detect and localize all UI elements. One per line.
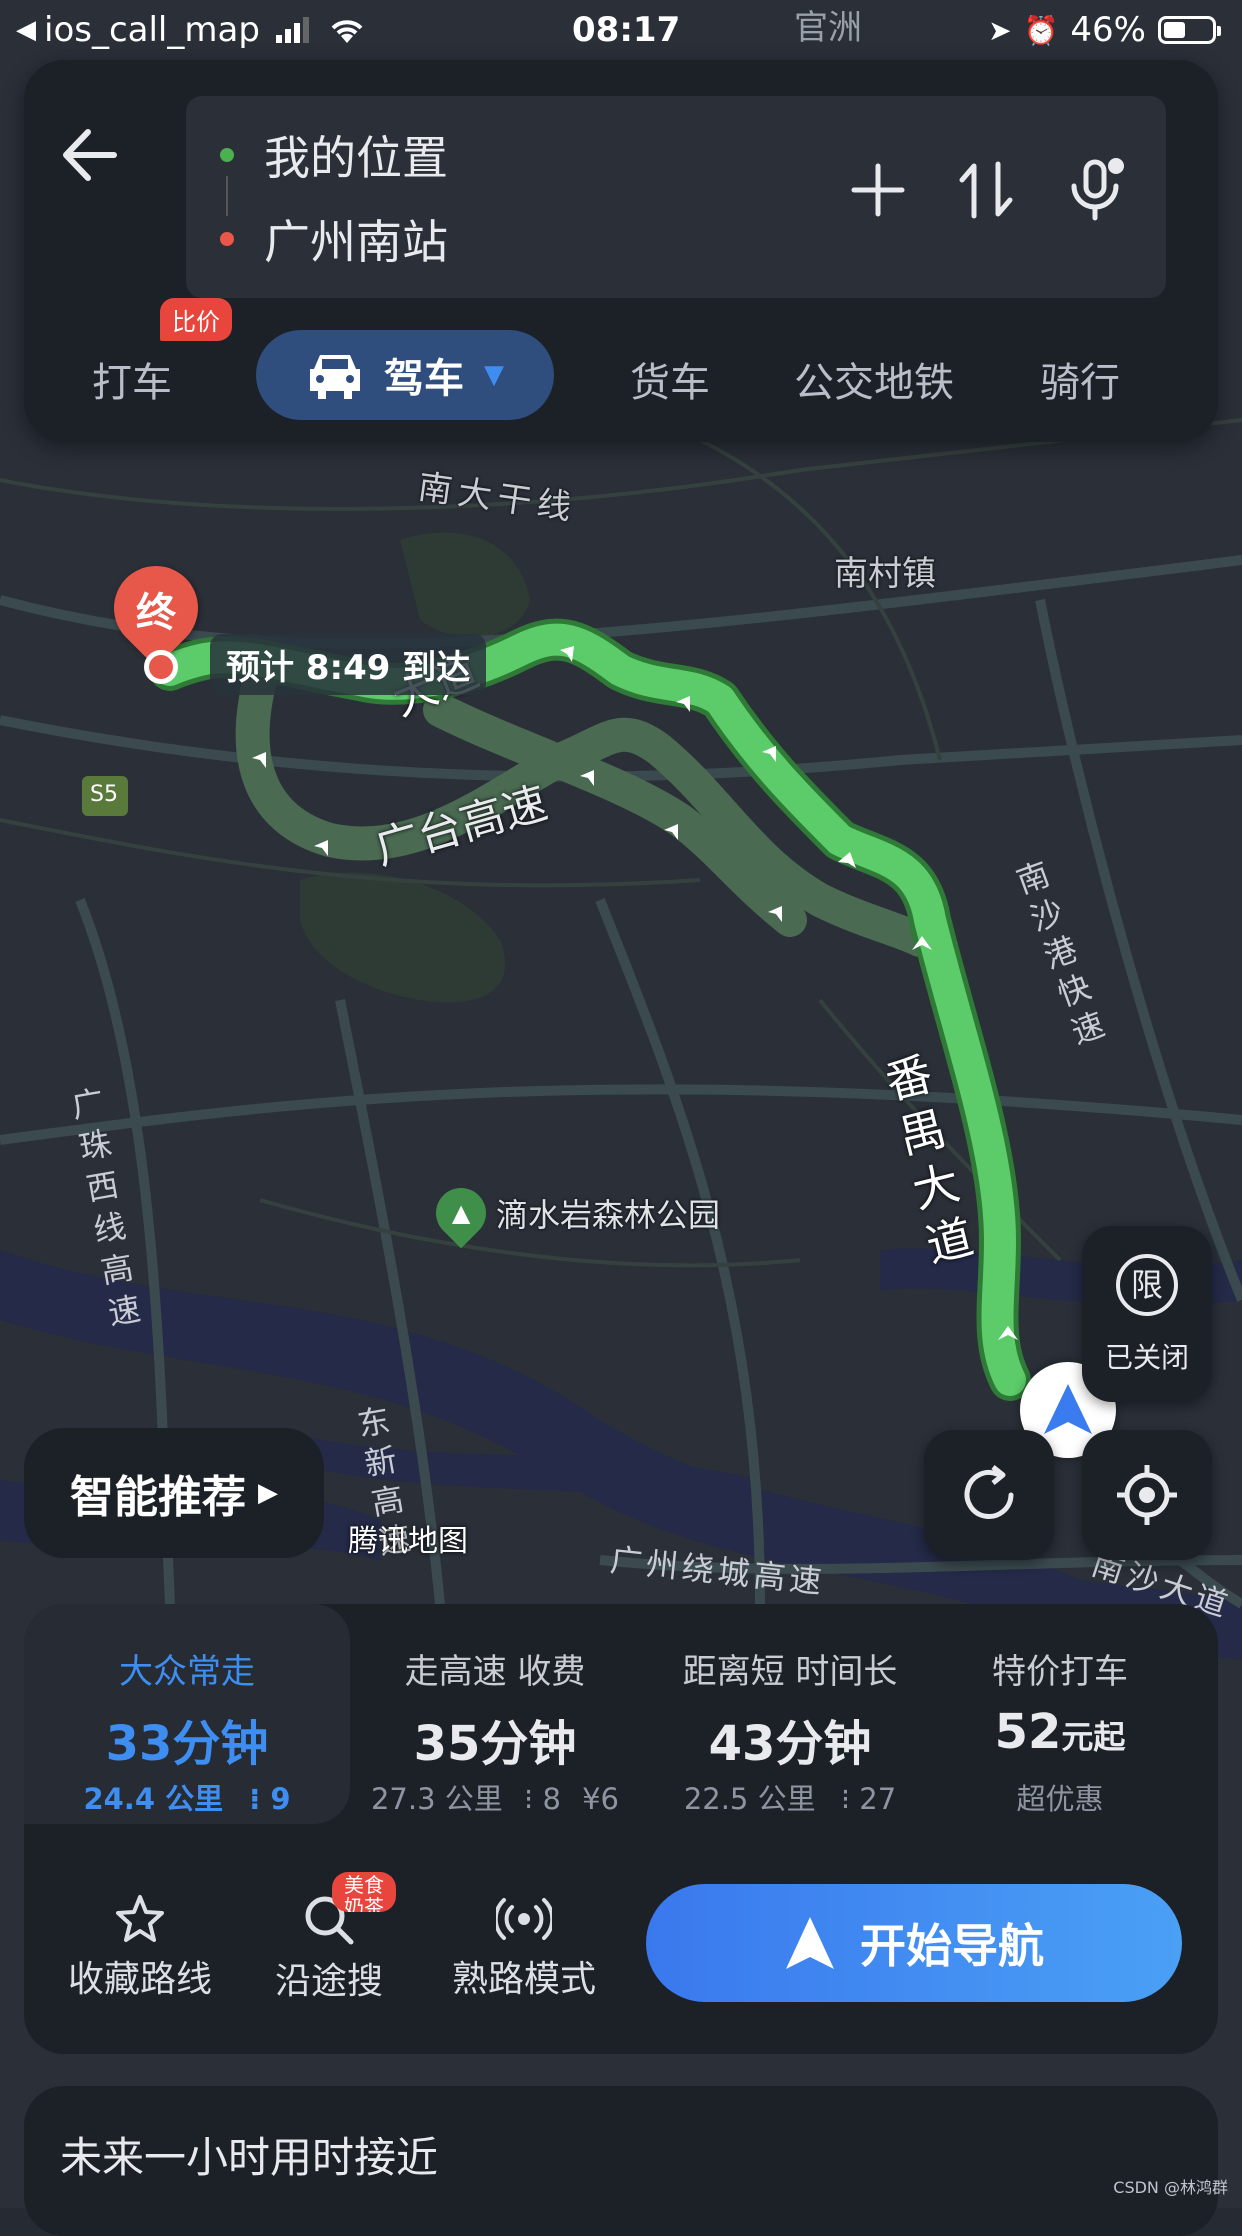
back-app-label: ios_call_map — [44, 10, 260, 50]
taxi-price: 52元起 — [940, 1704, 1180, 1760]
taxi-promo: 超优惠 — [1016, 1782, 1104, 1816]
favorite-route-label: 收藏路线 — [67, 1959, 212, 2000]
smart-recommend-button[interactable]: 智能推荐 ▶ — [24, 1428, 324, 1558]
watermark: CSDN @林鸿群 — [1113, 2178, 1228, 2197]
traffic-limit-button[interactable]: 限 已关闭 — [1082, 1226, 1212, 1402]
locate-button[interactable] — [1082, 1430, 1212, 1560]
tab-drive-label: 驾车 — [384, 356, 464, 402]
route-option-3[interactable]: 距离短 时间长 43分钟 22.5 公里 ⁝ 27 — [640, 1604, 940, 1824]
origin-field: 我的位置 — [264, 131, 448, 185]
back-arrow-icon[interactable] — [54, 120, 124, 190]
tab-transit[interactable]: 公交地铁 — [794, 350, 954, 408]
destination-marker[interactable]: 终 — [96, 548, 216, 684]
back-to-app[interactable]: ◀ ios_call_map — [16, 10, 367, 50]
route-option-details: 22.5 公里 ⁝ 27 — [640, 1776, 940, 1818]
toll-amount: ¥6 — [582, 1782, 620, 1816]
refresh-button[interactable] — [924, 1430, 1054, 1560]
taxi-price-value: 52 — [994, 1704, 1062, 1760]
end-marker-label: 终 — [136, 590, 176, 636]
map-label-s5: S5 — [90, 782, 118, 807]
future-hint-card[interactable]: 未来一小时用时接近 — [24, 2086, 1218, 2236]
taxi-compare-badge: 比价 — [160, 298, 232, 341]
origin-row[interactable]: 我的位置 — [220, 122, 448, 188]
traffic-light-count: 8 — [542, 1782, 561, 1816]
route-option-time: 43分钟 — [708, 1716, 872, 1772]
traffic-light-icon: ⁝ — [249, 1782, 261, 1816]
eta-bubble: 预计 8:49 到达 — [210, 634, 487, 695]
route-option-label: 特价打车 — [992, 1652, 1128, 1692]
caret-right-icon: ▶ — [258, 1478, 278, 1508]
limit-icon: 限 — [1116, 1254, 1178, 1316]
familiar-mode-label: 熟路模式 — [451, 1959, 596, 2000]
tab-ride[interactable]: 骑行 — [1040, 350, 1120, 408]
dropdown-caret-icon: ▼ — [484, 360, 504, 390]
microphone-icon[interactable] — [1066, 158, 1126, 222]
swap-route-icon[interactable] — [958, 160, 1014, 220]
alarm-icon: ⏰ — [1023, 13, 1059, 47]
along-search-label: 沿途搜 — [274, 1961, 383, 2002]
park-poi[interactable]: ▲ 滴水岩森林公园 — [425, 1177, 721, 1249]
refresh-icon — [964, 1465, 1014, 1519]
battery-icon — [1158, 16, 1221, 44]
route-option-details: 24.4 公里 ⁝ 9 — [24, 1776, 350, 1818]
traffic-light-count: 27 — [859, 1782, 897, 1816]
route-distance: 27.3 公里 — [370, 1782, 503, 1816]
route-option-taxi[interactable]: 特价打车 52元起 超优惠 — [940, 1604, 1180, 1824]
traffic-light-icon: ⁝ — [840, 1782, 851, 1816]
start-navigation-label: 开始导航 — [860, 1919, 1044, 1973]
status-bar: ◀ ios_call_map 08:17 ➤ ⏰ 46% — [0, 0, 1242, 60]
route-option-2[interactable]: 走高速 收费 35分钟 27.3 公里 ⁝ 8 ¥6 — [350, 1604, 640, 1824]
along-search-button[interactable]: 沿途搜 美食奶茶 — [264, 1872, 396, 2004]
destination-field: 广州南站 — [264, 215, 448, 269]
favorite-route-button[interactable]: 收藏路线 — [60, 1894, 220, 2002]
taxi-price-unit: 元起 — [1061, 1718, 1126, 1756]
map-attribution: 腾讯地图 — [348, 1524, 468, 1559]
limit-status: 已关闭 — [1104, 1341, 1189, 1374]
wifi-icon — [331, 20, 363, 43]
location-arrow-icon: ➤ — [988, 13, 1012, 47]
route-search-panel: 我的位置 广州南站 打车 比价 驾车 ▼ 货车 公交地铁 骑行 — [24, 60, 1218, 442]
back-triangle-icon: ◀ — [16, 15, 36, 45]
park-label: 滴水岩森林公园 — [496, 1196, 721, 1234]
origin-dot — [220, 148, 234, 162]
route-option-label: 大众常走 — [119, 1652, 255, 1692]
destination-row[interactable]: 广州南站 — [220, 206, 448, 272]
signal-icon — [275, 17, 309, 43]
traffic-light-icon: ⁝ — [524, 1782, 534, 1816]
route-options-sheet: 大众常走 33分钟 24.4 公里 ⁝ 9 走高速 收费 35分钟 27.3 公… — [24, 1604, 1218, 2054]
locate-icon — [1117, 1465, 1177, 1525]
future-hint-text: 未来一小时用时接近 — [60, 2133, 439, 2182]
route-option-details: 27.3 公里 ⁝ 8 ¥6 — [350, 1776, 640, 1818]
route-option-label: 走高速 收费 — [404, 1652, 586, 1692]
route-distance: 24.4 公里 — [83, 1782, 224, 1816]
start-navigation-button[interactable]: 开始导航 — [646, 1884, 1182, 2002]
star-icon — [116, 1895, 164, 1942]
route-option-time: 33分钟 — [105, 1716, 269, 1772]
broadcast-icon — [496, 1898, 552, 1940]
add-waypoint-icon[interactable] — [850, 162, 906, 218]
destination-dot — [144, 650, 178, 684]
route-input-box: 我的位置 广州南站 — [186, 96, 1166, 298]
map-label-nancun: 南村镇 — [834, 554, 936, 594]
status-time: 08:17 — [572, 10, 681, 50]
tab-taxi[interactable]: 打车 — [92, 350, 172, 408]
smart-recommend-label: 智能推荐 — [70, 1472, 246, 1523]
route-option-label: 距离短 时间长 — [682, 1652, 898, 1692]
destination-dot-small — [220, 232, 234, 246]
tree-icon: ▲ — [425, 1177, 497, 1249]
route-distance: 22.5 公里 — [683, 1782, 816, 1816]
battery-percent: 46% — [1070, 10, 1146, 50]
car-icon — [310, 355, 360, 399]
route-option-time: 35分钟 — [413, 1716, 577, 1772]
traffic-light-count: 9 — [270, 1782, 291, 1816]
tab-truck[interactable]: 货车 — [630, 350, 710, 408]
along-search-badge: 美食奶茶 — [332, 1872, 396, 1912]
familiar-mode-button[interactable]: 熟路模式 — [444, 1894, 604, 2002]
travel-mode-tabs: 打车 比价 驾车 ▼ 货车 公交地铁 骑行 — [24, 298, 1218, 420]
route-option-1[interactable]: 大众常走 33分钟 24.4 公里 ⁝ 9 — [24, 1604, 350, 1824]
navigation-arrow-icon — [786, 1917, 834, 1969]
tab-drive[interactable]: 驾车 ▼ — [256, 330, 554, 420]
